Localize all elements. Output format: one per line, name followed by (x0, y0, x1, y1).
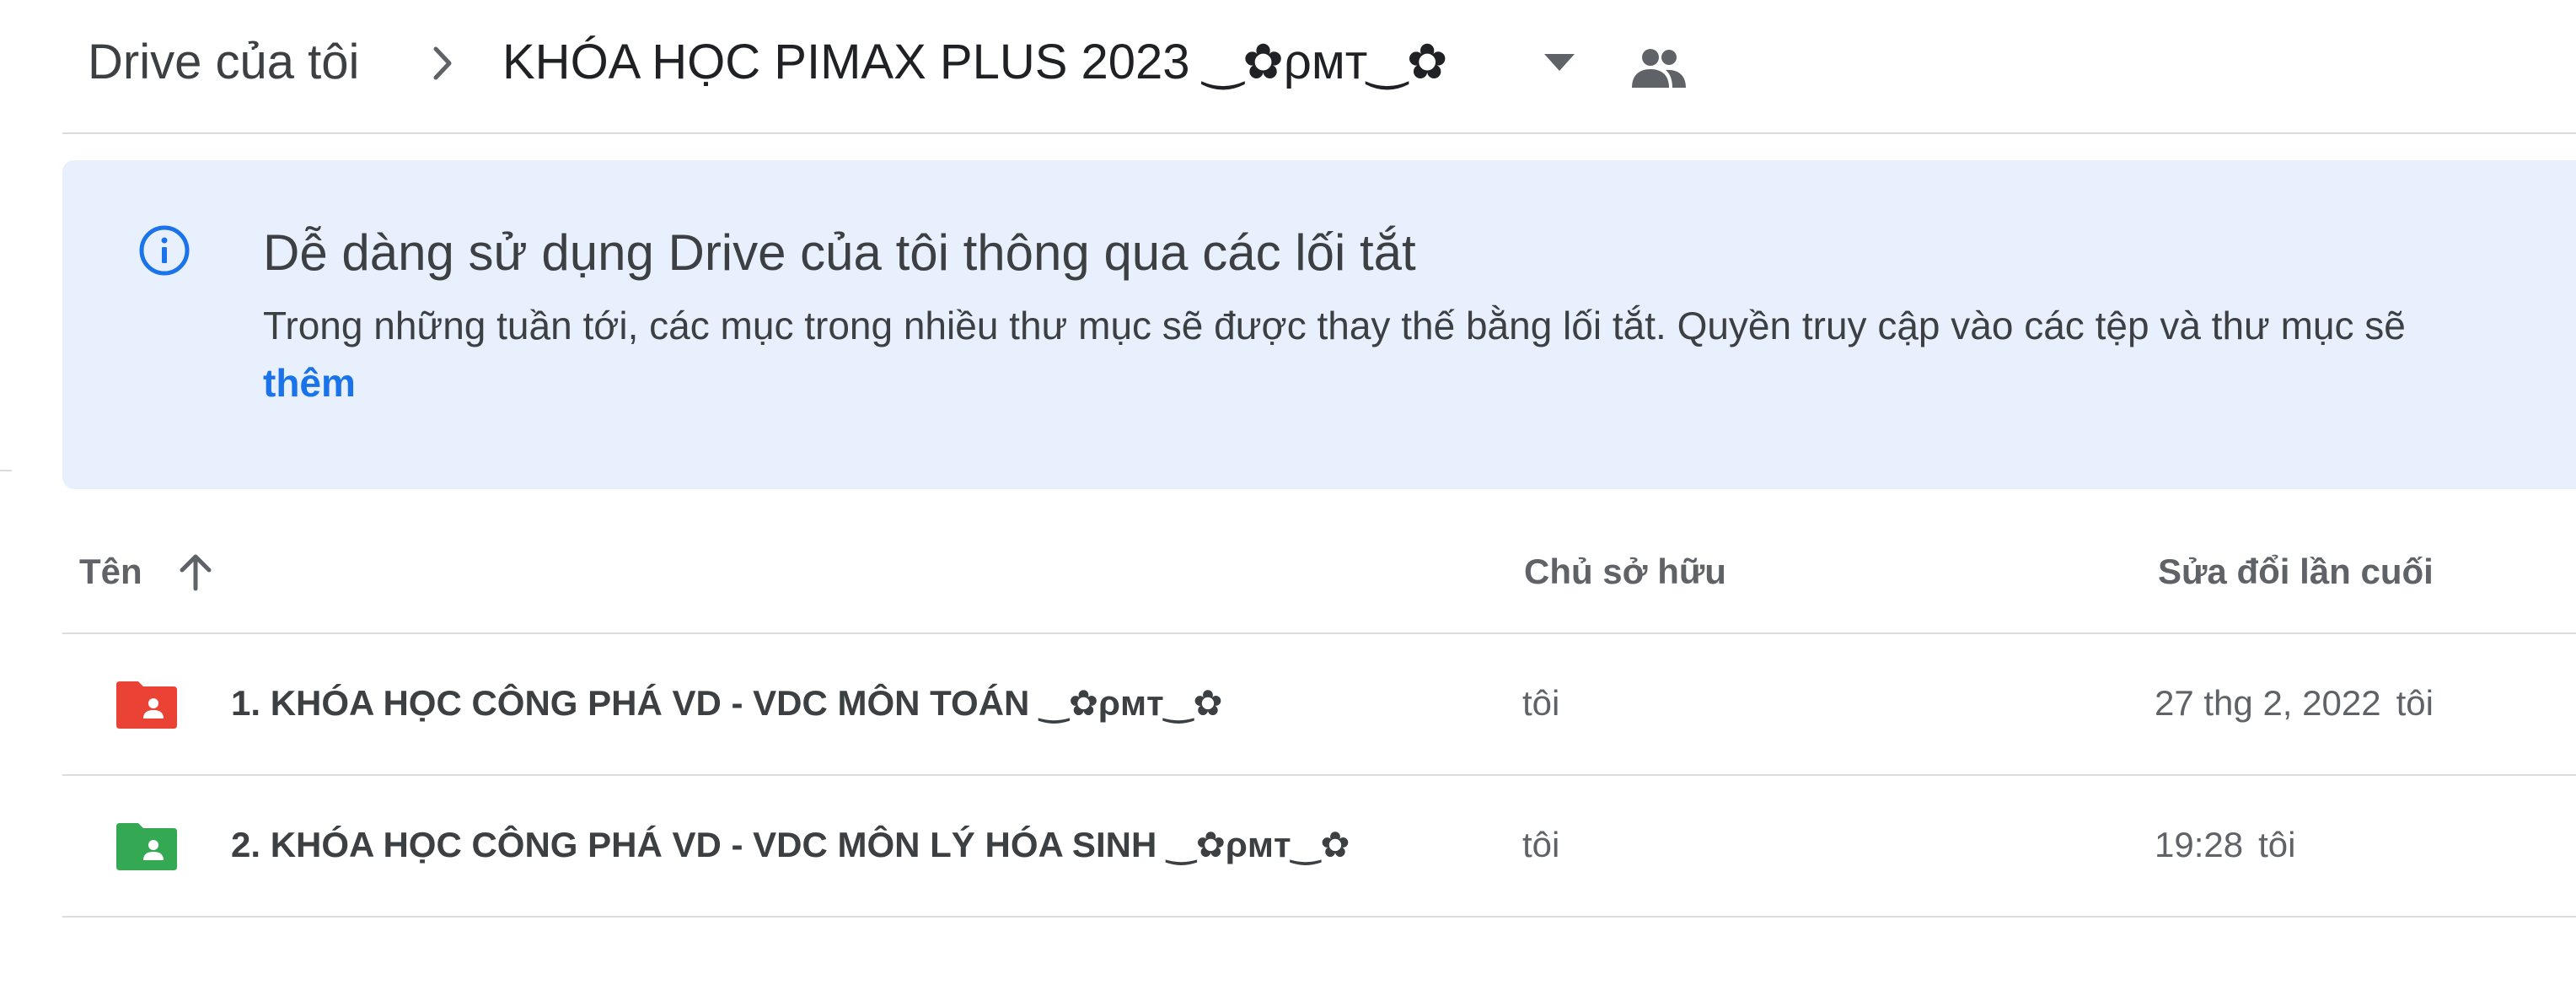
learn-more-link[interactable]: thêm (263, 359, 356, 406)
drive-page: Drive của tôi KHÓA HỌC PIMAX PLUS 2023 ‿… (0, 0, 2576, 985)
modified-by: tôi (2258, 825, 2296, 864)
modified-date: 19:28 (2155, 825, 2244, 864)
column-header-name[interactable]: Tên (79, 546, 142, 597)
row-divider (62, 916, 2576, 918)
owner-value: tôi (1522, 825, 1560, 864)
banner-body: Trong những tuần tới, các mục trong nhiề… (263, 304, 2406, 347)
column-header-modified[interactable]: Sửa đổi lần cuối (2158, 546, 2434, 597)
folder-shape (116, 681, 177, 729)
banner-title: Dễ dàng sử dụng Drive của tôi thông qua … (263, 224, 1416, 281)
info-icon (139, 225, 190, 276)
modified-value: 19:28 tôi (2155, 818, 2295, 872)
header-bar: Drive của tôi KHÓA HỌC PIMAX PLUS 2023 ‿… (0, 0, 2576, 133)
info-banner: Dễ dàng sử dụng Drive của tôi thông qua … (62, 160, 2576, 489)
sidebar-edge-divider (0, 470, 12, 471)
column-header-owner[interactable]: Chủ sở hữu (1524, 546, 1726, 597)
breadcrumb-current-folder[interactable]: KHÓA HỌC PIMAX PLUS 2023 ‿✿ρмт‿✿ (502, 30, 1448, 94)
caret-down-icon[interactable] (1543, 52, 1576, 73)
modified-date: 27 thg 2, 2022 (2155, 683, 2381, 723)
shared-folder-icon (116, 681, 177, 729)
file-name: 1. KHÓA HỌC CÔNG PHÁ VD - VDC MÔN TOÁN ‿… (231, 683, 1223, 723)
shared-folder-icon (116, 823, 177, 870)
owner-value: tôi (1522, 683, 1560, 723)
file-name: 2. KHÓA HỌC CÔNG PHÁ VD - VDC MÔN LÝ HÓA… (231, 825, 1350, 864)
table-row[interactable]: 1. KHÓA HỌC CÔNG PHÁ VD - VDC MÔN TOÁN ‿… (62, 634, 2576, 774)
arrow-up-icon[interactable] (175, 552, 216, 592)
breadcrumb-root[interactable]: Drive của tôi (88, 30, 359, 94)
chevron-right-icon (433, 46, 452, 80)
people-icon (1632, 49, 1686, 88)
table-row[interactable]: 2. KHÓA HỌC CÔNG PHÁ VD - VDC MÔN LÝ HÓA… (62, 776, 2576, 916)
folder-shape (116, 823, 177, 870)
modified-value: 27 thg 2, 2022 tôi (2155, 676, 2434, 730)
modified-by: tôi (2396, 683, 2434, 723)
header-divider (62, 132, 2576, 134)
